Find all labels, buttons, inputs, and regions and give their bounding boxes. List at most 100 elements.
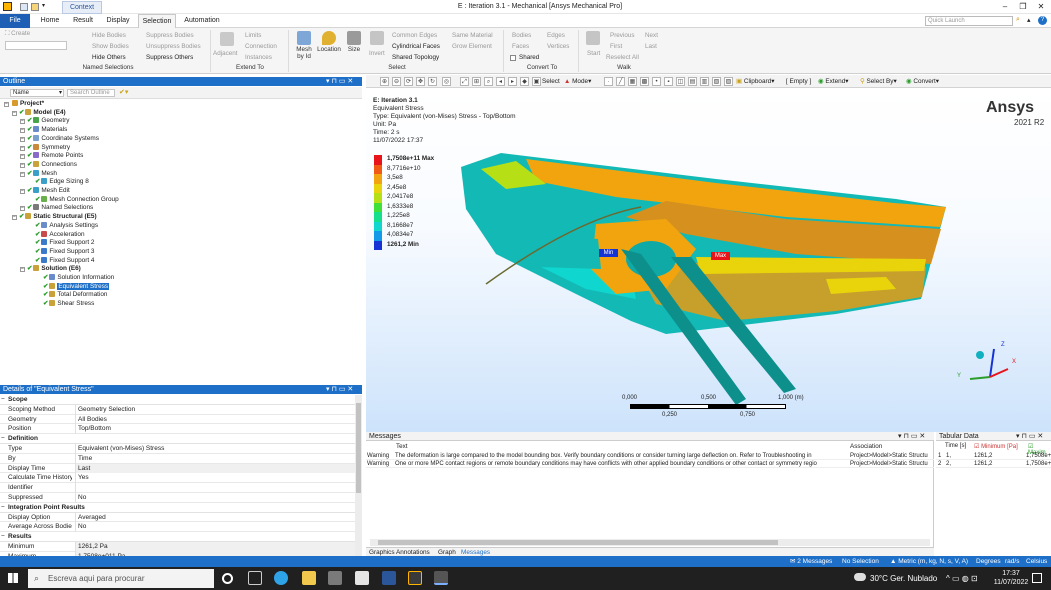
task-view-icon[interactable] (248, 571, 262, 585)
details-row[interactable]: Calculate Time History Yes (0, 473, 356, 484)
close-button[interactable]: ✕ (1036, 2, 1046, 12)
adjacent-button[interactable]: Adjacent (213, 50, 238, 58)
look-at-icon[interactable]: ◎ (442, 77, 451, 86)
clock-time[interactable]: 17:37 (996, 570, 1026, 577)
details-value[interactable]: Yes (75, 473, 356, 484)
clock-date[interactable]: 11/07/2022 (990, 579, 1032, 586)
face-element-icon[interactable]: ◫ (676, 77, 685, 86)
tab-file[interactable]: File (0, 14, 30, 28)
pan-icon[interactable]: ✥ (416, 77, 425, 86)
expand-toggle-icon[interactable]: − (20, 189, 25, 194)
details-value[interactable] (75, 483, 356, 493)
windows-start-icon[interactable] (8, 573, 18, 583)
status-messages[interactable]: ✉ 2 Messages (790, 556, 832, 567)
limits-button[interactable]: Limits (245, 32, 261, 40)
unsuppress-bodies-button[interactable]: Unsuppress Bodies (146, 43, 201, 51)
expand-toggle-icon[interactable]: − (20, 162, 25, 168)
tab-automation[interactable]: Automation (180, 14, 224, 28)
mechanical-icon[interactable] (434, 571, 448, 585)
weather-text[interactable]: 30°C Ger. Nublado (870, 567, 937, 590)
expand-toggle-icon[interactable]: − (20, 145, 25, 151)
details-row[interactable]: Minimum 1261,2 Pa (0, 542, 356, 552)
tab-selection[interactable]: Selection (138, 14, 176, 28)
next-button[interactable]: Next (645, 32, 658, 40)
taskbar-search-box[interactable]: ⌕ Escreva aqui para procurar (28, 569, 214, 588)
node-select-icon[interactable]: • (652, 77, 661, 86)
fit-icon[interactable]: ⤢ (460, 77, 469, 86)
search-icon[interactable]: ⌕ (1016, 16, 1020, 24)
zoom-in-icon[interactable]: ⊕ (380, 77, 389, 86)
extend-dropdown[interactable]: ◉ Extend▾ (818, 76, 848, 87)
status-temp[interactable]: Celsius (1026, 556, 1047, 567)
tree-item[interactable]: ✔ Total Deformation (36, 291, 107, 300)
shared-topology-dropdown[interactable]: Shared Topology (392, 54, 439, 62)
outline-search-input[interactable]: Search Outline (67, 89, 115, 97)
first-button[interactable]: First (610, 43, 622, 51)
grid-icon[interactable]: ▥ (700, 77, 709, 86)
details-value[interactable]: Last (75, 463, 356, 474)
named-selection-dropdown[interactable] (5, 41, 67, 50)
tree-item[interactable]: − Project* (4, 100, 44, 109)
details-row[interactable]: Average Across Bodies No (0, 522, 356, 533)
max-probe-tag[interactable]: Max (711, 252, 730, 260)
details-value[interactable]: Time (75, 453, 356, 464)
details-scrollbar[interactable] (355, 395, 362, 556)
mail-icon[interactable] (355, 571, 369, 585)
zoom-box-icon[interactable]: ⊞ (472, 77, 481, 86)
tree-item[interactable]: ✔ Shear Stress (36, 300, 94, 309)
select-label[interactable]: Select (542, 76, 560, 87)
expand-toggle-icon[interactable]: − (20, 206, 25, 212)
label-icon[interactable]: ▧ (712, 77, 721, 86)
min-probe-tag[interactable]: Min (599, 249, 618, 257)
tab-result[interactable]: Result (68, 14, 98, 28)
tree-item[interactable]: ✔ Acceleration (28, 230, 85, 240)
axis-triad[interactable] (958, 339, 1018, 389)
help-icon[interactable]: ? (1038, 16, 1047, 25)
edge-icon[interactable] (274, 571, 288, 585)
rotate-icon[interactable]: ↻ (428, 77, 437, 86)
tabular-col-time[interactable]: Time [s] (945, 443, 966, 449)
tree-item[interactable]: ✔ Equivalent Stress (36, 282, 110, 292)
collapse-icon[interactable]: − (1, 532, 5, 542)
convert-dropdown[interactable]: ◉ Convert▾ (906, 76, 939, 87)
qat-dropdown-icon[interactable]: ▾ (42, 2, 45, 9)
clipboard-dropdown[interactable]: ▣ Clipboard▾ (736, 76, 774, 87)
details-row[interactable]: Scoping Method Geometry Selection (0, 404, 356, 415)
expand-toggle-icon[interactable]: − (20, 119, 25, 125)
details-value[interactable]: No (75, 522, 356, 533)
mesh-by-id-icon[interactable] (297, 31, 311, 45)
details-value[interactable]: Equivalent (von-Mises) Stress (75, 444, 356, 454)
tree-item[interactable]: − ✔ Connections (20, 160, 77, 170)
collapse-icon[interactable]: − (1, 503, 5, 513)
tree-item[interactable]: ✔ Mesh Connection Group (28, 195, 119, 205)
faces-button[interactable]: Faces (512, 43, 529, 51)
tree-item[interactable]: − ✔ Symmetry (20, 143, 70, 153)
notification-icon[interactable] (1032, 573, 1042, 583)
message-row[interactable]: Warning One or more MPC contact regions o… (366, 460, 934, 468)
start-icon[interactable] (586, 31, 600, 45)
expand-toggle-icon[interactable]: − (20, 267, 25, 273)
invert-button[interactable]: Invert (369, 50, 385, 58)
restore-button[interactable]: ❐ (1018, 2, 1028, 12)
details-section[interactable]: − Scope (0, 395, 356, 405)
message-row[interactable]: Warning The deformation is large compared… (366, 452, 934, 460)
messages-col-association[interactable]: Association (850, 443, 882, 450)
expand-toggle-icon[interactable]: − (20, 136, 25, 142)
edge-select-icon[interactable]: ╱ (616, 77, 625, 86)
details-row[interactable]: Display Time Last (0, 463, 356, 474)
location-button[interactable]: Location (315, 46, 343, 54)
reselect-all-button[interactable]: Reselect All (606, 54, 639, 62)
workbench-icon[interactable] (408, 571, 422, 585)
tree-item[interactable]: − ✔ Mesh Edit (20, 187, 70, 196)
tree-item[interactable]: ✔ Solution Information (36, 274, 114, 283)
mesh-select-icon[interactable]: ▤ (688, 77, 697, 86)
last-button[interactable]: Last (645, 43, 657, 51)
details-row[interactable]: Suppressed No (0, 493, 356, 503)
previous-button[interactable]: Previous (610, 32, 635, 40)
details-row[interactable]: Geometry All Bodies (0, 414, 356, 425)
tree-item[interactable]: − ✔ Model (E4) (12, 108, 66, 118)
status-angle[interactable]: Degrees (976, 556, 1001, 567)
messages-hscroll[interactable] (370, 539, 930, 546)
tree-item[interactable]: − ✔ Remote Points (20, 152, 83, 161)
expand-toggle-icon[interactable]: − (12, 215, 17, 221)
